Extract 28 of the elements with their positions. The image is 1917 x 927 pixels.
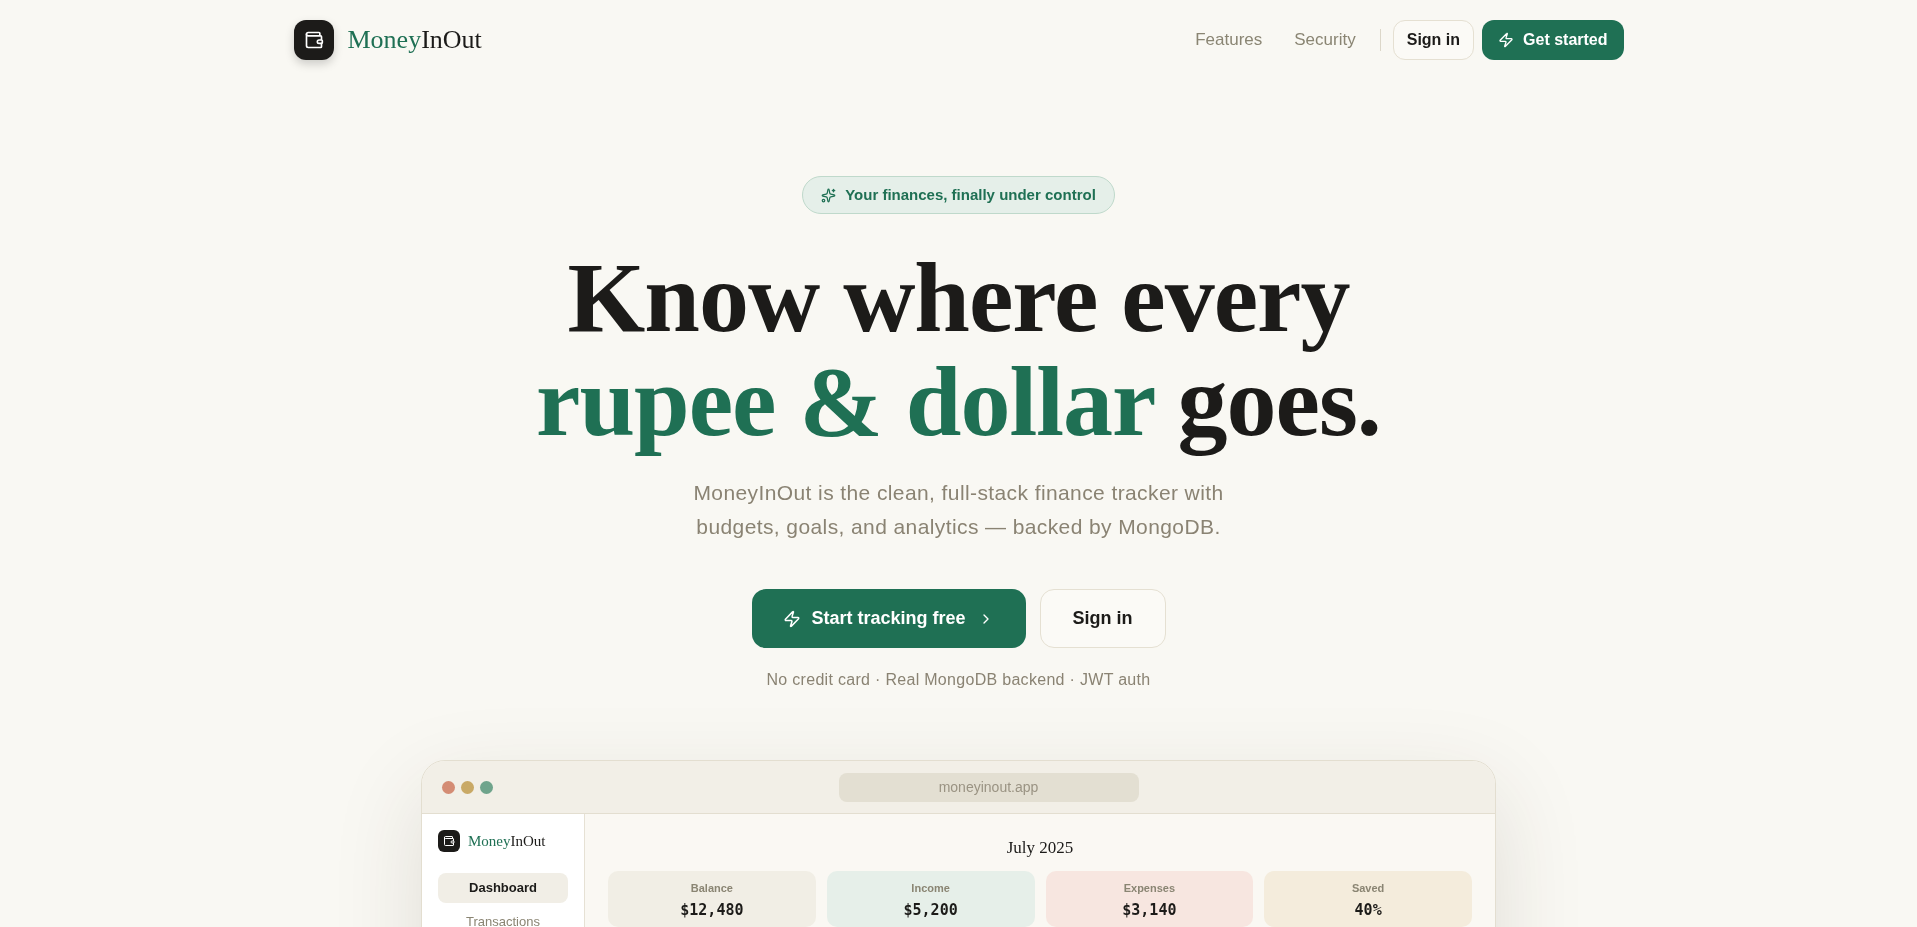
hero-subtitle: MoneyInOut is the clean, full-stack finance tracker with budgets, goals, and analytics — backed by MongoDB. — [692, 480, 1225, 540]
sidebar-item[interactable]: Transactions — [438, 907, 568, 927]
stat-label: Expenses — [1123, 881, 1176, 895]
sparkles-icon — [821, 187, 837, 203]
stat-label: Income — [911, 881, 950, 895]
nav-link[interactable]: Security — [1294, 29, 1356, 51]
stat-label: Saved — [1351, 881, 1385, 895]
stat-value: $3,140 — [1122, 900, 1177, 920]
sign-in-button[interactable]: Sign in — [1039, 589, 1166, 648]
hero-headline: Know where every rupee & dollar goes. — [536, 246, 1381, 454]
stat-value: $5,200 — [903, 900, 958, 920]
nav-link[interactable]: Features — [1195, 29, 1263, 51]
get-started-button[interactable]: Get started — [1482, 20, 1624, 60]
logo-text: MoneyInOut — [468, 832, 546, 851]
badge-text: Your finances, finally under control — [845, 184, 1096, 205]
wallet-icon — [293, 20, 334, 60]
sidebar-item[interactable]: Dashboard — [438, 873, 568, 903]
sign-in-button[interactable]: Sign in — [1392, 20, 1475, 60]
lightning-icon — [1498, 32, 1515, 48]
lightning-icon — [783, 609, 802, 628]
stat-label: Balance — [690, 881, 733, 895]
start-tracking-button[interactable]: Start tracking free — [751, 589, 1026, 648]
logo-text: MoneyInOut — [347, 24, 482, 56]
stat-value: $12,480 — [680, 900, 744, 920]
month-title: July 2025 — [1006, 838, 1074, 858]
hero-note: No credit card · Real MongoDB backend · JWT auth — [766, 670, 1151, 690]
stat-value: 40% — [1354, 900, 1382, 920]
wallet-icon — [438, 830, 460, 852]
